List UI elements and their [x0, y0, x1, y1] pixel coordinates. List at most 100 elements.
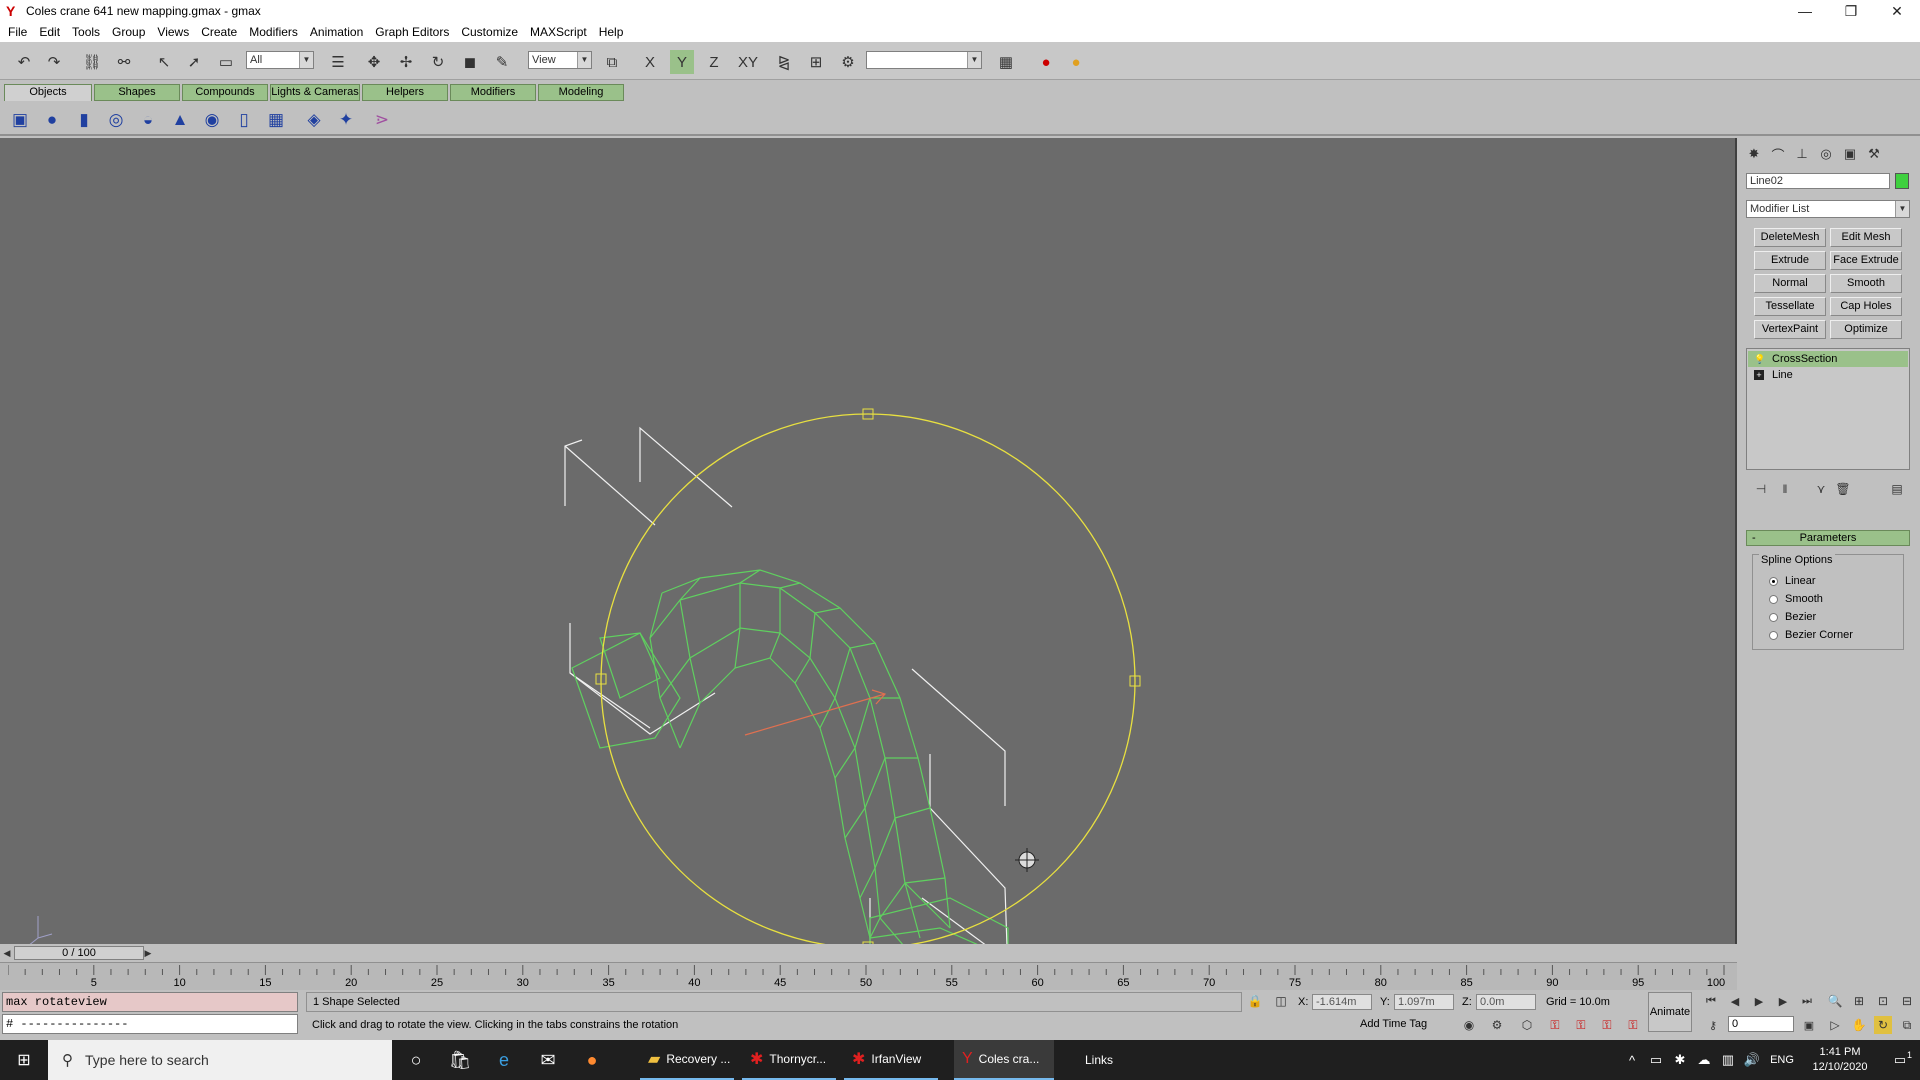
pin-stack-icon[interactable]: ⊣: [1752, 480, 1770, 498]
normal-button[interactable]: Normal: [1754, 274, 1826, 293]
chevron-left-icon[interactable]: ◀: [1, 946, 13, 960]
vertexpaint-button[interactable]: VertexPaint: [1754, 320, 1826, 339]
axis-x-button[interactable]: X: [638, 50, 662, 74]
face-extrude-button[interactable]: Face Extrude: [1830, 251, 1902, 270]
named-selection-dropdown[interactable]: ▼: [866, 51, 982, 69]
extrude-button[interactable]: Extrude: [1754, 251, 1826, 270]
settings-gear-icon[interactable]: ⚙: [1488, 1016, 1506, 1034]
add-time-tag-button[interactable]: Add Time Tag: [1360, 1018, 1427, 1030]
menu-customize[interactable]: Customize: [455, 25, 524, 39]
cube-icon[interactable]: ⬡: [1518, 1016, 1536, 1034]
spacing-icon[interactable]: ⚙: [836, 50, 860, 74]
object-color-swatch[interactable]: [1895, 173, 1909, 189]
unlink-icon[interactable]: ⚯: [112, 50, 136, 74]
taskbar-search-box[interactable]: ⚲ Type here to search: [48, 1040, 392, 1080]
snap-icon[interactable]: ✎: [490, 50, 514, 74]
tab-shapes[interactable]: Shapes: [94, 84, 180, 101]
hierarchy-panel-icon[interactable]: ⊥: [1792, 144, 1812, 164]
taskbar-app-recovery[interactable]: ▰ Recovery ...: [640, 1040, 734, 1080]
motion-panel-icon[interactable]: ◎: [1816, 144, 1836, 164]
axis-xy-button[interactable]: XY: [734, 50, 762, 74]
go-to-end-icon[interactable]: ⏭: [1798, 992, 1816, 1010]
display-panel-icon[interactable]: ▣: [1840, 144, 1860, 164]
zoom-extents-all-icon[interactable]: ⊟: [1898, 992, 1916, 1010]
zoom-icon[interactable]: 🔍: [1826, 992, 1844, 1010]
vertex-icon[interactable]: ◈: [302, 108, 326, 132]
tablet-icon[interactable]: ▭: [1644, 1052, 1668, 1068]
show-end-result-icon[interactable]: ‖: [1776, 480, 1794, 498]
menu-help[interactable]: Help: [593, 25, 630, 39]
go-to-start-icon[interactable]: ⏮: [1702, 992, 1720, 1010]
firefox-icon[interactable]: ●: [570, 1040, 614, 1080]
maximize-viewport-icon[interactable]: ⧉: [1898, 1016, 1916, 1034]
menu-animation[interactable]: Animation: [304, 25, 369, 39]
absolute-mode-icon[interactable]: ◫: [1272, 992, 1290, 1010]
time-slider[interactable]: ◀ 0 / 100 ▶: [0, 944, 1737, 962]
cone-icon[interactable]: ▲: [168, 108, 192, 132]
y-coordinate-field[interactable]: 1.097m: [1394, 994, 1454, 1010]
network-icon[interactable]: ▥: [1716, 1052, 1740, 1068]
utilities-panel-icon[interactable]: ⚒: [1864, 144, 1884, 164]
create-panel-icon[interactable]: ✸: [1744, 144, 1764, 164]
animate-button[interactable]: Animate: [1648, 992, 1692, 1032]
zoom-all-icon[interactable]: ⊞: [1850, 992, 1868, 1010]
track-bar[interactable]: 5 10 15 20 25 30 35 40 45 50 55 60 65 70 75 80 85 90 95 100: [0, 962, 1737, 990]
minimize-button[interactable]: —: [1782, 0, 1828, 22]
volume-icon[interactable]: 🔊: [1740, 1052, 1764, 1068]
menu-file[interactable]: File: [2, 25, 33, 39]
make-unique-icon[interactable]: ⋎: [1812, 480, 1830, 498]
field-of-view-icon[interactable]: ▷: [1826, 1016, 1844, 1034]
menu-edit[interactable]: Edit: [33, 25, 66, 39]
mirror-icon[interactable]: ⧎: [772, 50, 796, 74]
tab-objects[interactable]: Objects: [4, 84, 92, 101]
lock-selection-icon[interactable]: 🔒: [1246, 992, 1264, 1010]
tab-modeling[interactable]: Modeling: [538, 84, 624, 101]
smooth-button[interactable]: Smooth: [1830, 274, 1902, 293]
parameters-rollout-header[interactable]: - Parameters: [1746, 530, 1910, 546]
maxscript-listener-output[interactable]: # ---------------: [2, 1014, 298, 1034]
perspective-viewport[interactable]: [0, 138, 1737, 1007]
taskbar-app-gmax[interactable]: Y Coles cra...: [954, 1040, 1054, 1080]
key-filter-icon[interactable]: ⚿: [1598, 1016, 1616, 1034]
taskbar-app-thornycroft[interactable]: ✱ Thornycr...: [742, 1040, 836, 1080]
redo-icon[interactable]: ↷: [42, 50, 66, 74]
pivot-center-icon[interactable]: ⧉: [600, 50, 624, 74]
bluetooth-icon[interactable]: ✱: [1668, 1052, 1692, 1068]
tessellate-button[interactable]: Tessellate: [1754, 297, 1826, 316]
close-button[interactable]: ✕: [1874, 0, 1920, 22]
select-by-name-icon[interactable]: ➚: [182, 50, 206, 74]
scatter-icon[interactable]: ⋗: [370, 108, 394, 132]
quick-render-icon[interactable]: ●: [1064, 50, 1088, 74]
box-icon[interactable]: ▣: [8, 108, 32, 132]
tab-helpers[interactable]: Helpers: [362, 84, 448, 101]
configure-sets-icon[interactable]: ▤: [1888, 480, 1906, 498]
radio-bezier-corner[interactable]: Bezier Corner: [1769, 627, 1853, 643]
menu-graph-editors[interactable]: Graph Editors: [369, 25, 455, 39]
links-toolbar[interactable]: Links: [1085, 1040, 1113, 1080]
edge-browser-icon[interactable]: e: [482, 1040, 526, 1080]
torus-icon[interactable]: ◎: [104, 108, 128, 132]
notification-icon[interactable]: ▭ 1: [1880, 1050, 1920, 1068]
optimize-button[interactable]: Optimize: [1830, 320, 1902, 339]
tube-icon[interactable]: ▯: [232, 108, 256, 132]
key-icon[interactable]: ⚿: [1546, 1016, 1564, 1034]
geosphere-icon[interactable]: ◉: [200, 108, 224, 132]
move-constrained-icon[interactable]: ✢: [394, 50, 418, 74]
chevron-right-icon[interactable]: ▶: [142, 946, 154, 960]
edit-mesh-button[interactable]: Edit Mesh: [1830, 228, 1902, 247]
stack-item-crosssection[interactable]: 💡 CrossSection: [1748, 351, 1908, 367]
tab-lights-cameras[interactable]: Lights & Cameras: [270, 84, 360, 101]
axis-z-button[interactable]: Z: [702, 50, 726, 74]
radio-bezier[interactable]: Bezier: [1769, 609, 1816, 625]
tab-compounds[interactable]: Compounds: [182, 84, 268, 101]
windows-start-icon[interactable]: ⊞: [0, 1040, 48, 1080]
plane-icon[interactable]: ▦: [264, 108, 288, 132]
select-list-icon[interactable]: ☰: [326, 50, 350, 74]
render-icon[interactable]: ◉: [1460, 1016, 1478, 1034]
modifier-list-dropdown[interactable]: Modifier List ▼: [1746, 200, 1910, 218]
cortana-icon[interactable]: ○: [394, 1040, 438, 1080]
key-mode-toggle-icon[interactable]: ⚷: [1704, 1016, 1722, 1034]
sphere-icon[interactable]: ●: [40, 108, 64, 132]
scale-icon[interactable]: ◼: [458, 50, 482, 74]
remove-modifier-icon[interactable]: 🗑: [1834, 480, 1852, 498]
